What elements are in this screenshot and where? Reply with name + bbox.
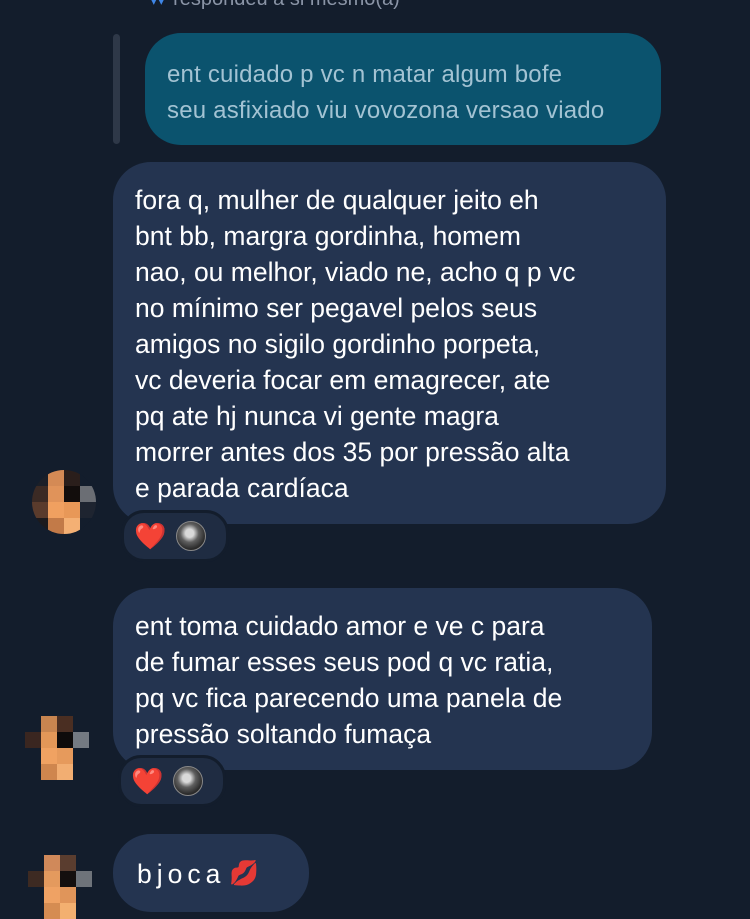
reply-header-text: respondeu a si mesmo(a): [173, 0, 400, 11]
message-text: bjoca: [137, 859, 226, 889]
quoted-line: ent cuidado p vc n matar algum bofe: [167, 61, 563, 88]
reply-header: ▾▾ respondeu a si mesmo(a): [150, 0, 400, 11]
sender-avatar[interactable]: [28, 855, 92, 919]
message-line: morrer antes dos 35 por pressão alta: [135, 437, 570, 467]
reply-arrow-icon: ▾▾: [150, 0, 166, 9]
heart-reaction-icon: ❤️: [134, 521, 167, 551]
message-line: vc deveria focar em emagrecer, ate: [135, 365, 551, 395]
kiss-emoji-icon: 💋: [229, 860, 260, 887]
quoted-message-bubble[interactable]: ent cuidado p vc n matar algum bofe seu …: [145, 33, 661, 145]
message-bubble[interactable]: fora q, mulher de qualquer jeito eh bnt …: [113, 162, 666, 524]
message-line: no mínimo ser pegavel pelos seus: [135, 293, 538, 323]
sender-avatar[interactable]: [32, 470, 96, 534]
message-line: pq vc fica parecendo uma panela de: [135, 683, 563, 713]
reaction-pill[interactable]: ❤️: [121, 510, 229, 562]
message-bubble[interactable]: bjoca 💋: [113, 834, 309, 912]
message-line: ent toma cuidado amor e ve c para: [135, 611, 545, 641]
message-line: fora q, mulher de qualquer jeito eh: [135, 185, 539, 215]
message-line: pq ate hj nunca vi gente magra: [135, 401, 499, 431]
message-line: pressão soltando fumaça: [135, 719, 432, 749]
message-line: e parada cardíaca: [135, 473, 349, 503]
heart-reaction-icon: ❤️: [131, 766, 164, 796]
message-line: de fumar esses seus pod q vc ratia,: [135, 647, 554, 677]
reply-indicator-bar: [113, 34, 120, 144]
message-line: nao, ou melhor, viado ne, acho q p vc: [135, 257, 576, 287]
message-bubble[interactable]: ent toma cuidado amor e ve c para de fum…: [113, 588, 652, 770]
sender-avatar[interactable]: [25, 716, 89, 780]
quoted-line: seu asfixiado viu vovozona versao viado: [167, 97, 605, 124]
reactor-avatar-icon: [173, 766, 204, 796]
reactor-avatar-icon: [176, 521, 207, 551]
reaction-pill[interactable]: ❤️: [118, 755, 226, 807]
message-line: amigos no sigilo gordinho porpeta,: [135, 329, 541, 359]
message-line: bnt bb, margra gordinha, homem: [135, 221, 521, 251]
